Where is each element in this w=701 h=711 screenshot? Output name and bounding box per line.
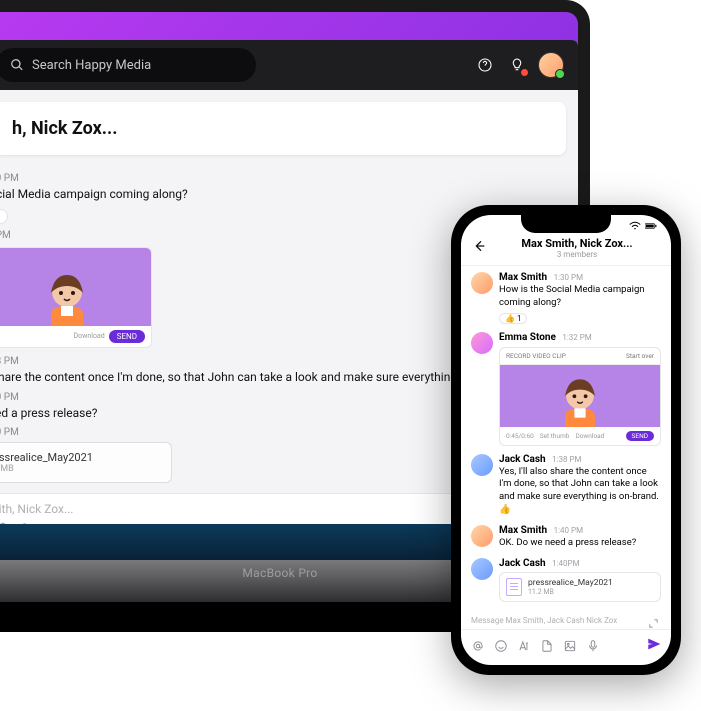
phone-mockup: 9:41 Max Smith, Nick Zox... 3 members Ma… [451, 205, 681, 675]
expand-icon [648, 618, 659, 629]
video-set-thumb[interactable]: Set thumb [540, 432, 570, 440]
sender-avatar[interactable] [471, 272, 493, 294]
message-stream: Max Smith 1:30 PM How is the Social Medi… [461, 266, 671, 612]
message-timestamp: 1:30 PM [554, 273, 583, 282]
profile-avatar[interactable] [538, 52, 564, 78]
notification-dot [521, 69, 528, 76]
sender-name: Emma Stone [499, 332, 556, 343]
phone-screen: 9:41 Max Smith, Nick Zox... 3 members Ma… [461, 215, 671, 665]
conversation-header: Max Smith, Nick Zox... 3 members [461, 233, 671, 266]
video-attachment-card[interactable]: RECORD VIDEO CLIP Start over 0:45/0:60 S [499, 347, 661, 446]
video-thumbnail [0, 248, 151, 326]
video-thumbnail [500, 365, 660, 427]
wifi-icon [629, 221, 641, 231]
sender-avatar[interactable] [471, 525, 493, 547]
sender-avatar[interactable] [471, 454, 493, 476]
attachment-filesize: 11.2 MB [528, 588, 613, 596]
message-timestamp: 1:40PM [552, 559, 579, 568]
emoji-icon[interactable] [494, 639, 508, 653]
download-label[interactable]: Download [74, 332, 105, 340]
video-card-title: RECORD VIDEO CLIP [506, 352, 566, 360]
laptop-brand-label: MacBook Pro [242, 566, 317, 580]
send-button[interactable] [647, 636, 661, 655]
video-duration: 0:45/0:60 [506, 432, 534, 440]
attachment-icon[interactable] [540, 639, 554, 653]
help-button[interactable] [474, 54, 496, 76]
avatar-illustration [37, 266, 97, 326]
arrow-left-icon [471, 238, 487, 254]
message-timestamp: 1:40 PM [554, 526, 583, 535]
message-timestamp: 1:30 PM [0, 173, 566, 184]
reaction-chip[interactable]: 👍 [0, 209, 8, 224]
document-icon [506, 578, 522, 596]
notifications-button[interactable] [506, 54, 528, 76]
image-icon[interactable] [563, 639, 577, 653]
video-card-footer: Download SEND [0, 326, 151, 347]
reaction-count: 1 [517, 314, 522, 323]
sender-name: Jack Cash [499, 454, 546, 465]
sender-name: Jack Cash [499, 558, 546, 569]
send-icon [647, 637, 661, 651]
mention-icon[interactable] [471, 639, 485, 653]
send-button[interactable]: SEND [109, 330, 145, 343]
back-button[interactable] [471, 238, 487, 258]
avatar-illustration [552, 371, 608, 427]
message-text: OK. Do we need a press release? [499, 537, 661, 550]
help-icon [477, 57, 493, 73]
phone-notch [521, 215, 611, 233]
sender-avatar[interactable] [471, 332, 493, 354]
message-row: Jack Cash 1:38 PM Yes, I'll also share t… [471, 454, 661, 517]
message-text: Social Media campaign coming along? [0, 186, 566, 203]
message-timestamp: 1:32 PM [562, 333, 591, 342]
file-attachment[interactable]: essrealice_May2021 2 MB [0, 442, 172, 483]
conversation-title[interactable]: h, Nick Zox... [0, 102, 566, 155]
text-format-icon[interactable] [517, 639, 531, 653]
conversation-title-block[interactable]: Max Smith, Nick Zox... 3 members [493, 237, 661, 259]
message-row: Jack Cash 1:40PM pressrealice_May2021 11… [471, 558, 661, 602]
battery-icon [645, 221, 657, 231]
message-row: Max Smith 1:30 PM How is the Social Medi… [471, 272, 661, 324]
attachment-filesize: 2 MB [0, 464, 161, 474]
sender-name: Max Smith [499, 272, 547, 283]
composer-placeholder: Message Max Smith, Jack Cash Nick Zox [461, 612, 671, 629]
video-download[interactable]: Download [575, 432, 604, 440]
microphone-icon[interactable] [586, 639, 600, 653]
search-input[interactable]: Search Happy Media [0, 48, 256, 82]
attachment-filename: essrealice_May2021 [0, 451, 161, 464]
reaction-emoji: 👍 [505, 314, 515, 323]
message-row: Emma Stone 1:32 PM RECORD VIDEO CLIP Sta… [471, 332, 661, 446]
video-attachment-card[interactable]: Download SEND [0, 247, 152, 348]
video-start-over[interactable]: Start over [626, 352, 654, 360]
message-text: Yes, I'll also share the content once I'… [499, 466, 661, 517]
search-icon [10, 58, 24, 72]
message-text: How is the Social Media campaign coming … [499, 284, 661, 310]
expand-button[interactable] [648, 614, 659, 633]
send-button[interactable]: SEND [626, 431, 654, 441]
sender-name: Max Smith [499, 525, 547, 536]
message-timestamp: 1:38 PM [552, 455, 581, 464]
app-topbar: Search Happy Media [0, 40, 578, 90]
file-attachment[interactable]: pressrealice_May2021 11.2 MB [499, 572, 661, 602]
message-row: Max Smith 1:40 PM OK. Do we need a press… [471, 525, 661, 550]
reaction-chip[interactable]: 👍 1 [499, 313, 527, 324]
search-placeholder: Search Happy Media [32, 58, 151, 73]
message-composer[interactable] [461, 629, 671, 665]
sender-avatar[interactable] [471, 558, 493, 580]
attachment-filename: pressrealice_May2021 [528, 578, 613, 588]
conversation-title: Max Smith, Nick Zox... [493, 237, 661, 250]
conversation-subtitle: 3 members [493, 250, 661, 259]
